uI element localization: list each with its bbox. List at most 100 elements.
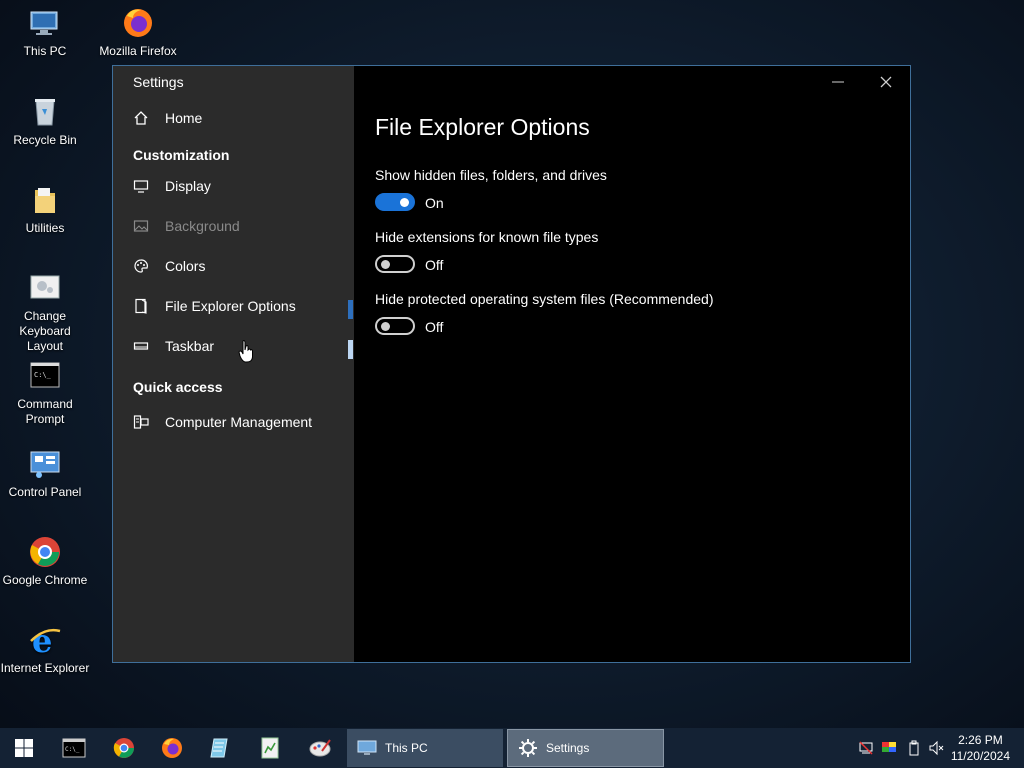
task-label: Settings [546,741,590,755]
window-title: Settings [133,74,184,90]
gear-icon [518,738,538,758]
system-clock[interactable]: 2:26 PM 11/20/2024 [951,732,1010,764]
desktop-icon-label: Command Prompt [17,397,73,426]
desktop-icon-utilities[interactable]: Utilities [0,183,90,236]
sidebar-item-colors[interactable]: Colors [133,254,205,278]
taskbar-pinned-spreadsheet[interactable] [248,728,292,768]
display-icon [133,178,149,194]
toggle-state-label: Off [425,319,444,335]
minimize-icon [832,81,844,83]
desktop-icon-command-prompt[interactable]: C:\_ Command Prompt [0,359,90,427]
desktop-icon-label: Control Panel [8,485,82,499]
desktop-icon-recycle-bin[interactable]: Recycle Bin [0,95,90,148]
notepad-icon [210,738,228,758]
hover-indicator [348,340,353,359]
taskbar-pinned-firefox[interactable] [150,728,194,768]
close-icon [880,76,892,88]
desktop-icon-label: Change Keyboard Layout [19,309,71,353]
taskbar: C:\_ This PC Settings 2:26 PM 11/20/2024 [0,728,1024,768]
toggle-hide-protected[interactable] [375,317,415,335]
file-explorer-icon [133,298,149,314]
toggle-hide-extensions[interactable] [375,255,415,273]
toggle-knob [381,260,390,269]
chrome-icon [113,738,134,758]
toggle-show-hidden[interactable] [375,193,415,211]
recycle-bin-icon [28,95,62,129]
task-label: This PC [385,741,428,755]
section-header-customization: Customization [133,147,230,163]
this-pc-icon [357,738,377,758]
clock-time: 2:26 PM [958,733,1003,747]
this-pc-icon [28,6,62,40]
close-button[interactable] [863,66,909,98]
taskbar-pinned-paint[interactable] [298,728,342,768]
firefox-icon [162,738,182,758]
desktop-icon-firefox[interactable]: Mozilla Firefox [93,6,183,59]
svg-text:C:\_: C:\_ [65,746,80,753]
network-icon[interactable] [858,740,874,756]
minimize-button[interactable] [815,66,861,98]
sidebar-item-taskbar[interactable]: Taskbar [133,334,214,358]
page-title: File Explorer Options [375,114,590,140]
spreadsheet-icon [261,737,279,759]
usb-device-icon[interactable] [906,740,922,756]
desktop-icon-label: Internet Explorer [0,661,90,675]
desktop-icon-label: Recycle Bin [13,133,77,147]
section-header-quick-access: Quick access [133,379,223,395]
sidebar-item-label: Colors [165,258,206,274]
picture-icon [133,218,149,234]
sidebar-item-display[interactable]: Display [133,174,211,198]
sidebar-item-file-explorer-options[interactable]: File Explorer Options [133,294,296,318]
sidebar-item-background[interactable]: Background [133,214,240,238]
folder-icon [28,183,62,217]
desktop-icon-control-panel[interactable]: Control Panel [0,447,90,500]
taskbar-pinned-chrome[interactable] [102,728,146,768]
hand-cursor-icon [238,340,254,369]
taskbar-task-this-pc[interactable]: This PC [347,729,503,767]
taskbar-pinned-command-prompt[interactable]: C:\_ [52,728,96,768]
taskbar-icon [133,338,149,354]
toggle-state-label: On [425,195,444,211]
settings-window: Settings Home Customization Display Back… [112,65,911,663]
control-panel-icon [28,447,62,481]
desktop-icon-this-pc[interactable]: This PC [0,6,90,59]
sidebar-item-label: File Explorer Options [165,298,296,314]
selected-indicator [348,300,353,319]
command-prompt-icon: C:\_ [62,738,86,758]
start-button[interactable] [0,728,48,768]
desktop-icon-label: This PC [23,44,67,58]
desktop-icon-label: Google Chrome [2,573,88,587]
desktop-icon-change-keyboard-layout[interactable]: Change Keyboard Layout [0,271,90,354]
svg-text:C:\_: C:\_ [34,371,52,379]
option-label-show-hidden: Show hidden files, folders, and drives [375,167,607,183]
option-label-hide-extensions: Hide extensions for known file types [375,229,599,245]
palette-icon [133,258,149,274]
sidebar-item-label: Taskbar [165,338,215,354]
command-prompt-icon: C:\_ [28,359,62,393]
clock-date: 11/20/2024 [950,749,1010,763]
home-icon [133,110,149,126]
sidebar-item-label: Display [165,178,211,194]
volume-muted-icon[interactable] [928,740,944,756]
internet-explorer-icon: e [28,622,62,660]
firefox-icon [121,6,155,40]
display-color-icon[interactable] [881,740,897,756]
toggle-knob [400,198,409,207]
computer-management-icon [133,414,149,430]
chrome-icon [28,535,62,569]
desktop-icon-internet-explorer[interactable]: e Internet Explorer [0,622,90,676]
sidebar-item-computer-management[interactable]: Computer Management [133,410,312,434]
toggle-state-label: Off [425,257,444,273]
desktop-icon-google-chrome[interactable]: Google Chrome [0,535,90,588]
toggle-knob [381,322,390,331]
sidebar-item-label: Background [165,218,240,234]
sidebar-item-home[interactable]: Home [133,106,202,130]
desktop-icon-label: Mozilla Firefox [99,44,177,58]
sidebar-item-label: Computer Management [165,414,313,430]
svg-text:e: e [32,623,52,657]
paint-icon [309,739,331,757]
windows-icon [15,739,33,757]
taskbar-task-settings[interactable]: Settings [507,729,664,767]
taskbar-pinned-notepad[interactable] [198,728,242,768]
keyboard-layout-icon [28,271,62,305]
